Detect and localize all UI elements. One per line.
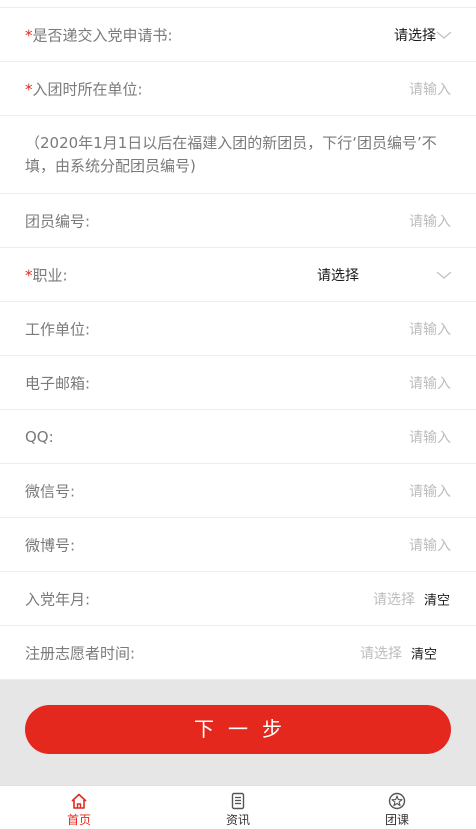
- weibo-input[interactable]: 请输入: [409, 535, 451, 555]
- weibo-label: 微博号:: [25, 536, 76, 554]
- chevron-down-icon[interactable]: [436, 30, 452, 40]
- email-input[interactable]: 请输入: [409, 373, 451, 393]
- tab-news[interactable]: 资讯: [198, 786, 278, 829]
- badge-icon: [388, 792, 406, 810]
- next-step-button[interactable]: 下一步: [25, 705, 451, 754]
- chevron-down-icon[interactable]: [436, 270, 452, 280]
- qq-row[interactable]: QQ: 请输入: [0, 410, 476, 464]
- party-date-row[interactable]: 入党年月: 请选择 清空: [0, 572, 476, 626]
- tab-home[interactable]: 首页: [39, 786, 119, 829]
- party-date-clear-button[interactable]: 清空: [424, 589, 450, 608]
- tab-course[interactable]: 团课: [357, 786, 437, 829]
- join-unit-row[interactable]: *入团时所在单位: 请输入: [0, 62, 476, 116]
- qq-label: QQ:: [25, 427, 54, 446]
- member-number-input[interactable]: 请输入: [409, 211, 451, 231]
- tab-news-label: 资讯: [225, 813, 250, 827]
- notice-text: （2020年1月1日以后在福建入团的新团员，下行‘团员编号’不填，由系统分配团员…: [25, 134, 437, 175]
- join-unit-input[interactable]: 请输入: [409, 79, 451, 99]
- member-number-label: 团员编号:: [25, 212, 91, 230]
- email-label: 电子邮箱:: [25, 374, 91, 392]
- qq-input[interactable]: 请输入: [409, 427, 451, 447]
- required-mark: *: [25, 266, 33, 284]
- footer-area: 下一步: [0, 680, 476, 785]
- member-number-notice: （2020年1月1日以后在福建入团的新团员，下行‘团员编号’不填，由系统分配团员…: [0, 116, 476, 194]
- home-icon: [71, 793, 87, 809]
- required-mark: *: [25, 26, 33, 44]
- party-date-picker[interactable]: 请选择: [373, 589, 415, 609]
- join-unit-label: *入团时所在单位:: [25, 80, 143, 98]
- occupation-label: *职业:: [25, 266, 68, 284]
- news-icon: [231, 792, 245, 810]
- weibo-row[interactable]: 微博号: 请输入: [0, 518, 476, 572]
- occupation-row[interactable]: *职业: 请选择: [0, 248, 476, 302]
- required-mark: *: [25, 80, 33, 98]
- party-application-label: *是否递交入党申请书:: [25, 26, 173, 44]
- party-application-select[interactable]: 请选择: [394, 25, 436, 45]
- volunteer-date-picker[interactable]: 请选择: [360, 643, 402, 663]
- occupation-select[interactable]: 请选择: [317, 265, 359, 285]
- volunteer-date-label: 注册志愿者时间:: [25, 644, 136, 662]
- bottom-tab-bar: 首页 资讯 团课: [0, 785, 476, 829]
- tab-home-label: 首页: [66, 813, 91, 827]
- member-number-row[interactable]: 团员编号: 请输入: [0, 194, 476, 248]
- wechat-label: 微信号:: [25, 482, 76, 500]
- work-unit-input[interactable]: 请输入: [409, 319, 451, 339]
- party-application-row[interactable]: *是否递交入党申请书: 请选择: [0, 8, 476, 62]
- volunteer-date-row[interactable]: 注册志愿者时间: 请选择 清空: [0, 626, 476, 680]
- form-page: *是否递交入党申请书: 请选择 *入团时所在单位: 请输入 （2020年1月1日…: [0, 0, 476, 829]
- tab-course-label: 团课: [384, 813, 409, 827]
- wechat-row[interactable]: 微信号: 请输入: [0, 464, 476, 518]
- email-row[interactable]: 电子邮箱: 请输入: [0, 356, 476, 410]
- party-date-label: 入党年月:: [25, 590, 91, 608]
- top-divider: [0, 0, 476, 8]
- work-unit-label: 工作单位:: [25, 320, 91, 338]
- wechat-input[interactable]: 请输入: [409, 481, 451, 501]
- work-unit-row[interactable]: 工作单位: 请输入: [0, 302, 476, 356]
- volunteer-date-clear-button[interactable]: 清空: [411, 643, 437, 662]
